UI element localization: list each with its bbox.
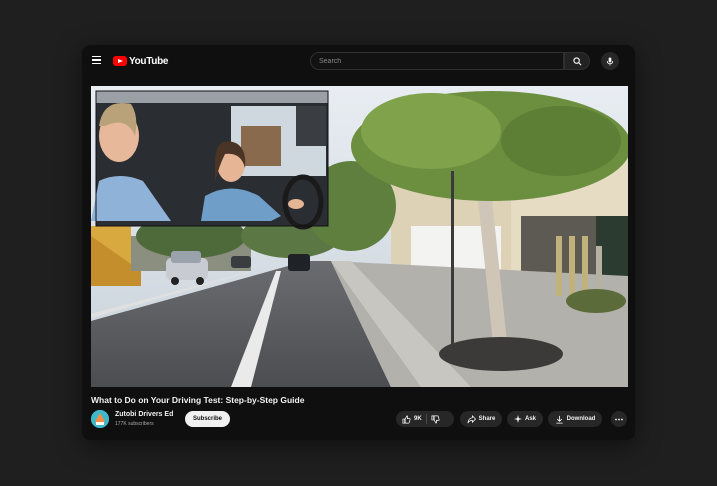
share-icon xyxy=(467,414,476,423)
download-button[interactable]: Download xyxy=(548,411,602,427)
video-frame xyxy=(91,86,628,387)
ask-label: Ask xyxy=(524,416,536,422)
video-title: What to Do on Your Driving Test: Step-by… xyxy=(91,395,305,405)
more-icon xyxy=(615,418,623,420)
ask-button[interactable]: Ask xyxy=(507,411,543,427)
channel-avatar[interactable] xyxy=(91,410,109,428)
like-divider xyxy=(425,414,427,424)
video-player[interactable] xyxy=(91,86,628,387)
download-icon xyxy=(556,415,563,424)
youtube-window: YouTube Search What to Do on Your Drivin… xyxy=(82,45,635,440)
mic-icon xyxy=(606,56,614,66)
thumbs-down-icon xyxy=(431,415,440,423)
like-button[interactable]: 9K xyxy=(396,415,422,424)
channel-name[interactable]: Zutobi Drivers Ed xyxy=(115,411,173,418)
search-icon xyxy=(572,56,581,65)
sparkle-icon xyxy=(513,415,522,423)
download-label: Download xyxy=(566,416,596,422)
dislike-button[interactable] xyxy=(431,415,440,424)
thumbs-up-icon xyxy=(402,415,411,423)
like-dislike-group: 9K xyxy=(396,411,454,427)
like-count: 9K xyxy=(414,416,422,422)
menu-icon[interactable] xyxy=(92,56,101,65)
logo-text: YouTube xyxy=(129,55,169,67)
share-label: Share xyxy=(478,416,496,422)
youtube-logo[interactable]: YouTube xyxy=(113,54,169,68)
search-button[interactable] xyxy=(564,52,590,70)
subscriber-count: 177K subscribers xyxy=(115,421,154,427)
top-bar: YouTube xyxy=(82,45,635,77)
subscribe-button[interactable]: Subscribe xyxy=(185,411,230,427)
channel-row: Zutobi Drivers Ed 177K subscribers Subsc… xyxy=(91,410,628,430)
avatar-icon xyxy=(91,410,109,428)
voice-search-button[interactable] xyxy=(601,52,619,70)
search-box[interactable] xyxy=(310,52,564,70)
more-actions-button[interactable] xyxy=(611,411,627,427)
search-input[interactable] xyxy=(319,56,549,67)
youtube-play-icon xyxy=(113,56,127,66)
share-button[interactable]: Share xyxy=(460,411,502,427)
